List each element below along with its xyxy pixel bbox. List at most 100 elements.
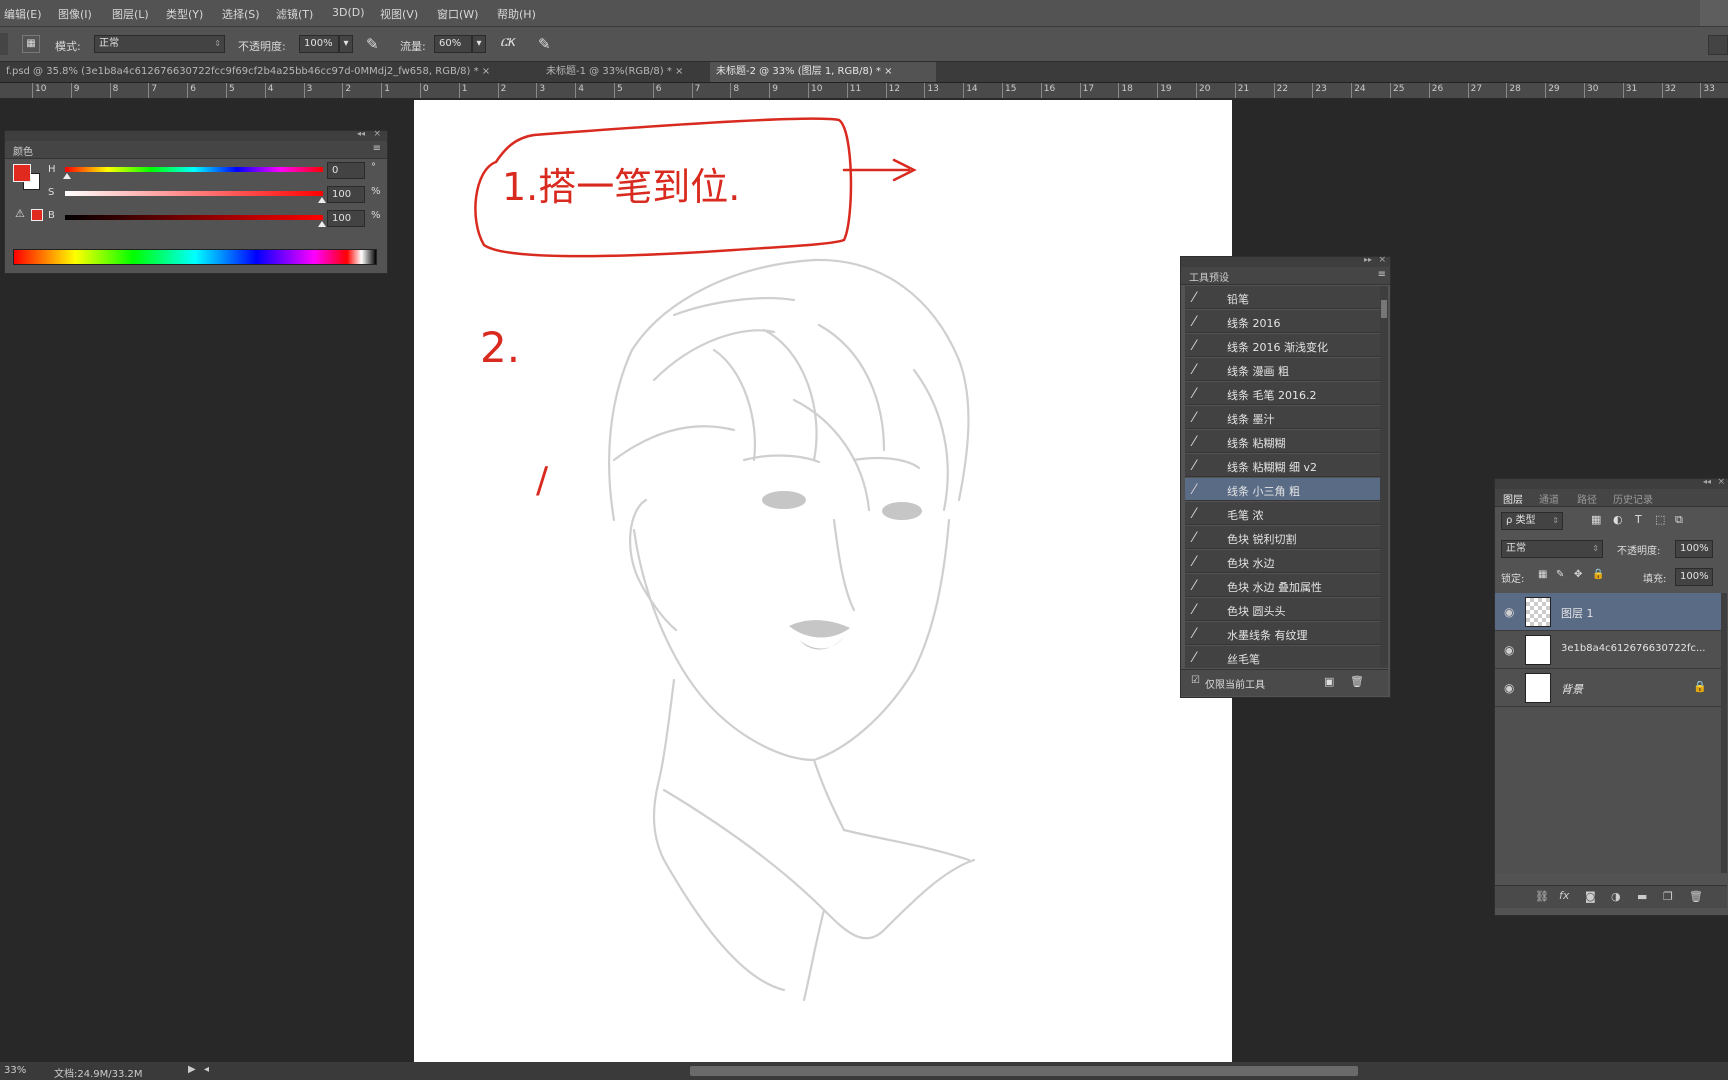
menu-type[interactable]: 类型(Y)	[166, 6, 203, 22]
visibility-eye-icon[interactable]: ◉	[1504, 605, 1514, 619]
menu-view[interactable]: 视图(V)	[380, 6, 418, 22]
s-value[interactable]: 100	[327, 186, 365, 203]
lock-position-icon[interactable]: ✥	[1574, 569, 1582, 580]
tab-history[interactable]: 历史记录	[1613, 491, 1653, 506]
brush-preset-item[interactable]: ⁄ 线条 毛笔 2016.2	[1185, 382, 1381, 405]
close-icon[interactable]: ×	[1717, 477, 1725, 487]
tab-layers[interactable]: 图层	[1503, 491, 1523, 506]
workspace-button[interactable]	[1708, 35, 1728, 55]
menu-select[interactable]: 选择(S)	[222, 6, 260, 22]
brush-preset-item[interactable]: ⁄ 铅笔	[1185, 286, 1381, 309]
menu-help[interactable]: 帮助(H)	[497, 6, 536, 22]
brush-preset-item[interactable]: ⁄ 色块 锐利切割	[1185, 526, 1381, 549]
brush-preset-item[interactable]: ⁄ 线条 粘糊糊	[1185, 430, 1381, 453]
hue-slider-track[interactable]	[65, 167, 323, 172]
tab-channels[interactable]: 通道	[1539, 491, 1559, 506]
brush-preset-item[interactable]: ⁄ 色块 圆头头	[1185, 598, 1381, 621]
color-spectrum-bar[interactable]	[13, 249, 377, 265]
hue-slider-handle[interactable]	[63, 173, 71, 179]
menu-edit[interactable]: 编辑(E)	[4, 6, 42, 22]
filter-type-icon[interactable]: T	[1635, 513, 1642, 526]
filter-pixel-icon[interactable]: ▦	[1591, 513, 1601, 526]
tab-tool-presets[interactable]: 工具预设	[1189, 269, 1229, 284]
saturation-slider-handle[interactable]	[318, 197, 326, 203]
pressure-opacity-icon[interactable]: ✎	[366, 35, 379, 53]
b-value[interactable]: 100	[327, 210, 365, 227]
layer-row-layer1[interactable]: ◉ 图层 1	[1495, 593, 1721, 631]
brush-preset-item[interactable]: ⁄ 丝毛笔	[1185, 646, 1381, 668]
current-tool-only-checkbox[interactable]: ☑	[1191, 675, 1200, 686]
lock-brush-icon[interactable]: ✎	[1556, 569, 1564, 580]
brush-preset-item[interactable]: ⁄ 毛笔 浓	[1185, 502, 1381, 525]
scrollbar-thumb[interactable]	[1381, 300, 1387, 318]
saturation-slider-track[interactable]	[65, 191, 323, 196]
layer-filter-select[interactable]: ρ 类型 ⇕	[1501, 512, 1563, 530]
foreground-color-swatch[interactable]	[13, 164, 31, 182]
airbrush-icon[interactable]: ርκ	[500, 34, 516, 50]
filter-adjustment-icon[interactable]: ◐	[1613, 513, 1623, 526]
menu-layer[interactable]: 图层(L)	[112, 6, 149, 22]
blend-mode-select[interactable]: 正常 ⇕	[1501, 540, 1603, 558]
tool-preset-picker[interactable]: ▦	[22, 35, 40, 53]
tab-paths[interactable]: 路径	[1577, 491, 1597, 506]
folder-icon[interactable]: ▬	[1637, 890, 1647, 903]
fill-input[interactable]: 100%	[1675, 568, 1713, 586]
zoom-level[interactable]: 33%	[4, 1065, 26, 1076]
tab-document-1[interactable]: f.psd @ 35.8% (3e1b8a4c6126766307​22fcc9…	[0, 62, 542, 82]
layer-row-smart-object[interactable]: ◉ 3e1b8a4c6126766307​22fc...	[1495, 631, 1721, 669]
menu-filter[interactable]: 滤镜(T)	[276, 6, 313, 22]
filter-smart-object-icon[interactable]: ⧉	[1675, 513, 1683, 527]
horizontal-scrollbar-thumb[interactable]	[690, 1066, 1358, 1076]
adjustment-icon[interactable]: ◑	[1611, 890, 1621, 903]
collapse-icon[interactable]: ▸▸	[1364, 255, 1372, 264]
layer-row-background[interactable]: ◉ 背景 🔒	[1495, 669, 1721, 707]
collapse-icon[interactable]: ◂◂	[357, 129, 365, 138]
brush-preset-item[interactable]: ⁄ 线条 小三角 粗	[1185, 478, 1381, 501]
brightness-slider-handle[interactable]	[318, 221, 326, 227]
tab-color[interactable]: 颜色	[13, 143, 33, 158]
mode-select[interactable]: 正常 ⇕	[94, 35, 225, 53]
canvas[interactable]: 1.搭一笔到位. 2. /	[414, 100, 1232, 1062]
layers-scrollbar[interactable]	[1721, 593, 1727, 873]
link-icon[interactable]: ⛓	[1535, 890, 1549, 903]
tab-document-3[interactable]: 未标题-2 @ 33% (图层 1, RGB/8) * ×	[710, 62, 936, 82]
visibility-eye-icon[interactable]: ◉	[1504, 643, 1514, 657]
lock-transparent-icon[interactable]: ▦	[1538, 569, 1547, 580]
menu-image[interactable]: 图像(I)	[58, 6, 92, 22]
filter-shape-icon[interactable]: ⬚	[1655, 513, 1665, 526]
trash-icon[interactable]: 🗑	[1350, 675, 1364, 688]
close-icon[interactable]: ×	[1378, 255, 1386, 265]
mask-icon[interactable]: ◙	[1585, 890, 1596, 903]
opacity-input[interactable]: 100%	[299, 35, 339, 53]
fx-icon[interactable]: fx	[1559, 889, 1569, 902]
menu-window[interactable]: 窗口(W)	[437, 6, 478, 22]
brush-list-scrollbar[interactable]	[1380, 286, 1388, 668]
h-value[interactable]: 0	[327, 162, 365, 179]
panel-menu-icon[interactable]: ≡	[373, 143, 381, 154]
brush-preset-item[interactable]: ⁄ 色块 水边 叠加属性	[1185, 574, 1381, 597]
flow-input[interactable]: 60%	[434, 35, 472, 53]
panel-menu-icon[interactable]: ≡	[1378, 269, 1386, 280]
brush-preset-item[interactable]: ⁄ 线条 2016 渐浅变化	[1185, 334, 1381, 357]
flow-dropdown[interactable]: ▾	[472, 35, 486, 53]
menu-3d[interactable]: 3D(D)	[332, 6, 365, 19]
brush-preset-item[interactable]: ⁄ 线条 粘糊糊 细 v2	[1185, 454, 1381, 477]
brush-preset-item[interactable]: ⁄ 线条 漫画 粗	[1185, 358, 1381, 381]
status-menu-arrow-icon[interactable]: ▶	[188, 1064, 196, 1075]
window-control[interactable]	[1700, 0, 1728, 26]
new-layer-icon[interactable]: ❐	[1663, 890, 1673, 903]
trash-icon[interactable]: 🗑	[1689, 890, 1703, 903]
web-color-swatch[interactable]	[31, 209, 43, 221]
brush-preset-item[interactable]: ⁄ 色块 水边	[1185, 550, 1381, 573]
tab-document-2[interactable]: 未标题-1 @ 33%(RGB/8) * ×	[540, 62, 710, 82]
lock-all-icon[interactable]: 🔒	[1592, 569, 1604, 580]
collapse-icon[interactable]: ◂◂	[1703, 477, 1711, 486]
pressure-size-icon[interactable]: ✎	[538, 35, 551, 53]
brush-preset-item[interactable]: ⁄ 线条 墨汁	[1185, 406, 1381, 429]
layer-opacity-input[interactable]: 100%	[1675, 540, 1713, 558]
brush-preset-item[interactable]: ⁄ 水墨线条 有纹理	[1185, 622, 1381, 645]
brightness-slider-track[interactable]	[65, 215, 323, 220]
scroll-left-arrow-icon[interactable]: ◂	[204, 1064, 209, 1075]
brush-preset-item[interactable]: ⁄ 线条 2016	[1185, 310, 1381, 333]
new-preset-icon[interactable]: ▣	[1324, 675, 1334, 688]
